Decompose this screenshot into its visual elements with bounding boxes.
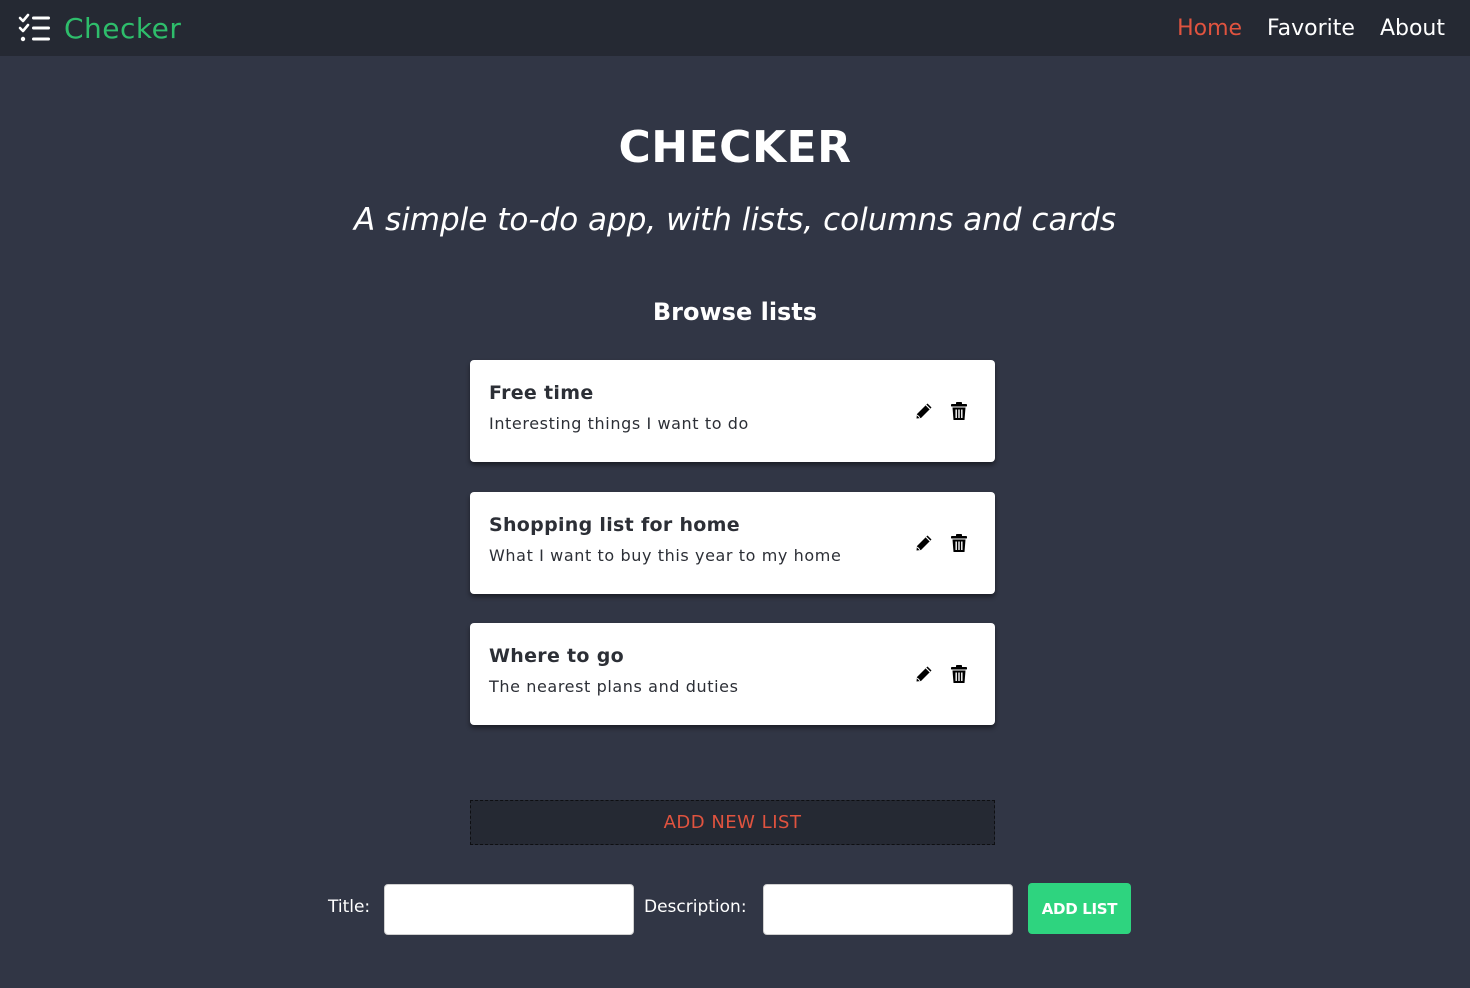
- pencil-icon[interactable]: [913, 532, 935, 554]
- trash-icon[interactable]: [948, 663, 970, 685]
- pencil-icon[interactable]: [913, 663, 935, 685]
- checklist-icon: [18, 13, 52, 43]
- page-subtitle: A simple to-do app, with lists, columns …: [353, 202, 1117, 238]
- description-field[interactable]: [763, 884, 1013, 935]
- list-card-actions: [900, 532, 970, 554]
- list-card-actions: [900, 663, 970, 685]
- list-card-shopping-list[interactable]: Shopping list for home What I want to bu…: [470, 492, 995, 594]
- brand-name: Checker: [64, 11, 182, 45]
- nav-link-home[interactable]: Home: [1177, 16, 1242, 41]
- add-list-button[interactable]: ADD LIST: [1028, 883, 1131, 934]
- list-card-where-to-go[interactable]: Where to go The nearest plans and duties: [470, 623, 995, 725]
- nav-links: Home Favorite About: [1152, 16, 1445, 41]
- nav-link-favorite[interactable]: Favorite: [1267, 16, 1355, 41]
- trash-icon[interactable]: [948, 400, 970, 422]
- browse-lists-heading: Browse lists: [652, 298, 818, 326]
- list-card-actions: [900, 400, 970, 422]
- list-card-free-time[interactable]: Free time Interesting things I want to d…: [470, 360, 995, 462]
- description-label: Description:: [644, 897, 747, 917]
- add-list-form: Title: Description: ADD LIST: [0, 883, 1470, 935]
- add-new-list-button[interactable]: ADD NEW LIST: [470, 800, 995, 845]
- nav-link-about[interactable]: About: [1380, 16, 1445, 41]
- brand-link[interactable]: Checker: [18, 12, 181, 45]
- trash-icon[interactable]: [948, 532, 970, 554]
- page-title: CHECKER: [618, 122, 852, 173]
- navbar: Checker Home Favorite About: [0, 0, 1470, 56]
- pencil-icon[interactable]: [913, 400, 935, 422]
- title-field[interactable]: [384, 884, 634, 935]
- title-label: Title:: [328, 897, 371, 917]
